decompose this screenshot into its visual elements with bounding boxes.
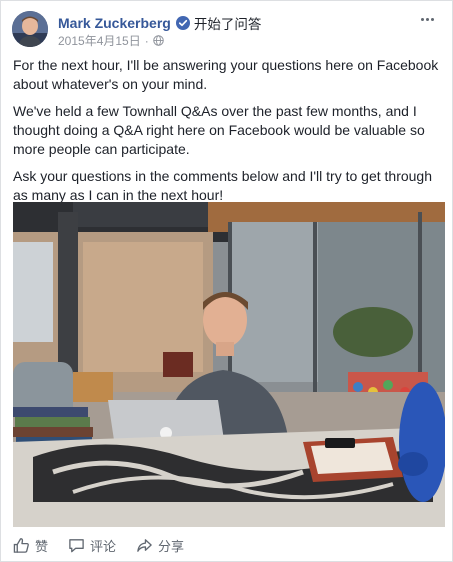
globe-icon[interactable] bbox=[152, 35, 164, 46]
share-arrow-icon bbox=[137, 538, 152, 552]
like-label: 赞 bbox=[35, 538, 49, 554]
comment-button[interactable]: 评论 bbox=[68, 536, 116, 555]
post-body: For the next hour, I'll be answering you… bbox=[13, 56, 445, 213]
author-name[interactable]: Mark Zuckerberg bbox=[58, 15, 171, 31]
post-header: Mark Zuckerberg 开始了问答 2015年4月15日 · bbox=[12, 9, 442, 53]
author-line: Mark Zuckerberg 开始了问答 bbox=[58, 13, 261, 33]
post-meta: 2015年4月15日 · bbox=[58, 32, 164, 49]
more-dot bbox=[430, 17, 434, 21]
share-button[interactable]: 分享 bbox=[136, 536, 184, 555]
post-paragraph-2: We've held a few Townhall Q&As over the … bbox=[13, 103, 425, 157]
thumbs-up-icon bbox=[13, 537, 29, 553]
share-label: 分享 bbox=[158, 538, 185, 554]
post-card: Mark Zuckerberg 开始了问答 2015年4月15日 · For t… bbox=[0, 0, 453, 562]
post-paragraph-3: Ask your questions in the comments below… bbox=[13, 168, 433, 203]
author-avatar[interactable] bbox=[12, 11, 48, 47]
meta-separator: · bbox=[144, 33, 149, 48]
post-paragraph-1: For the next hour, I'll be answering you… bbox=[13, 57, 439, 92]
post-actions: 赞 评论 分享 bbox=[13, 531, 445, 559]
more-options-icon[interactable] bbox=[416, 11, 438, 27]
post-photo[interactable] bbox=[13, 202, 445, 527]
post-action-text: 开始了问答 bbox=[193, 17, 262, 32]
comment-label: 评论 bbox=[90, 538, 117, 554]
like-button[interactable]: 赞 bbox=[13, 536, 48, 555]
more-dot bbox=[420, 17, 424, 21]
comment-bubble-icon bbox=[69, 538, 84, 552]
verified-badge-icon bbox=[175, 16, 190, 30]
more-dot bbox=[425, 17, 429, 21]
post-timestamp[interactable]: 2015年4月15日 bbox=[58, 32, 141, 49]
